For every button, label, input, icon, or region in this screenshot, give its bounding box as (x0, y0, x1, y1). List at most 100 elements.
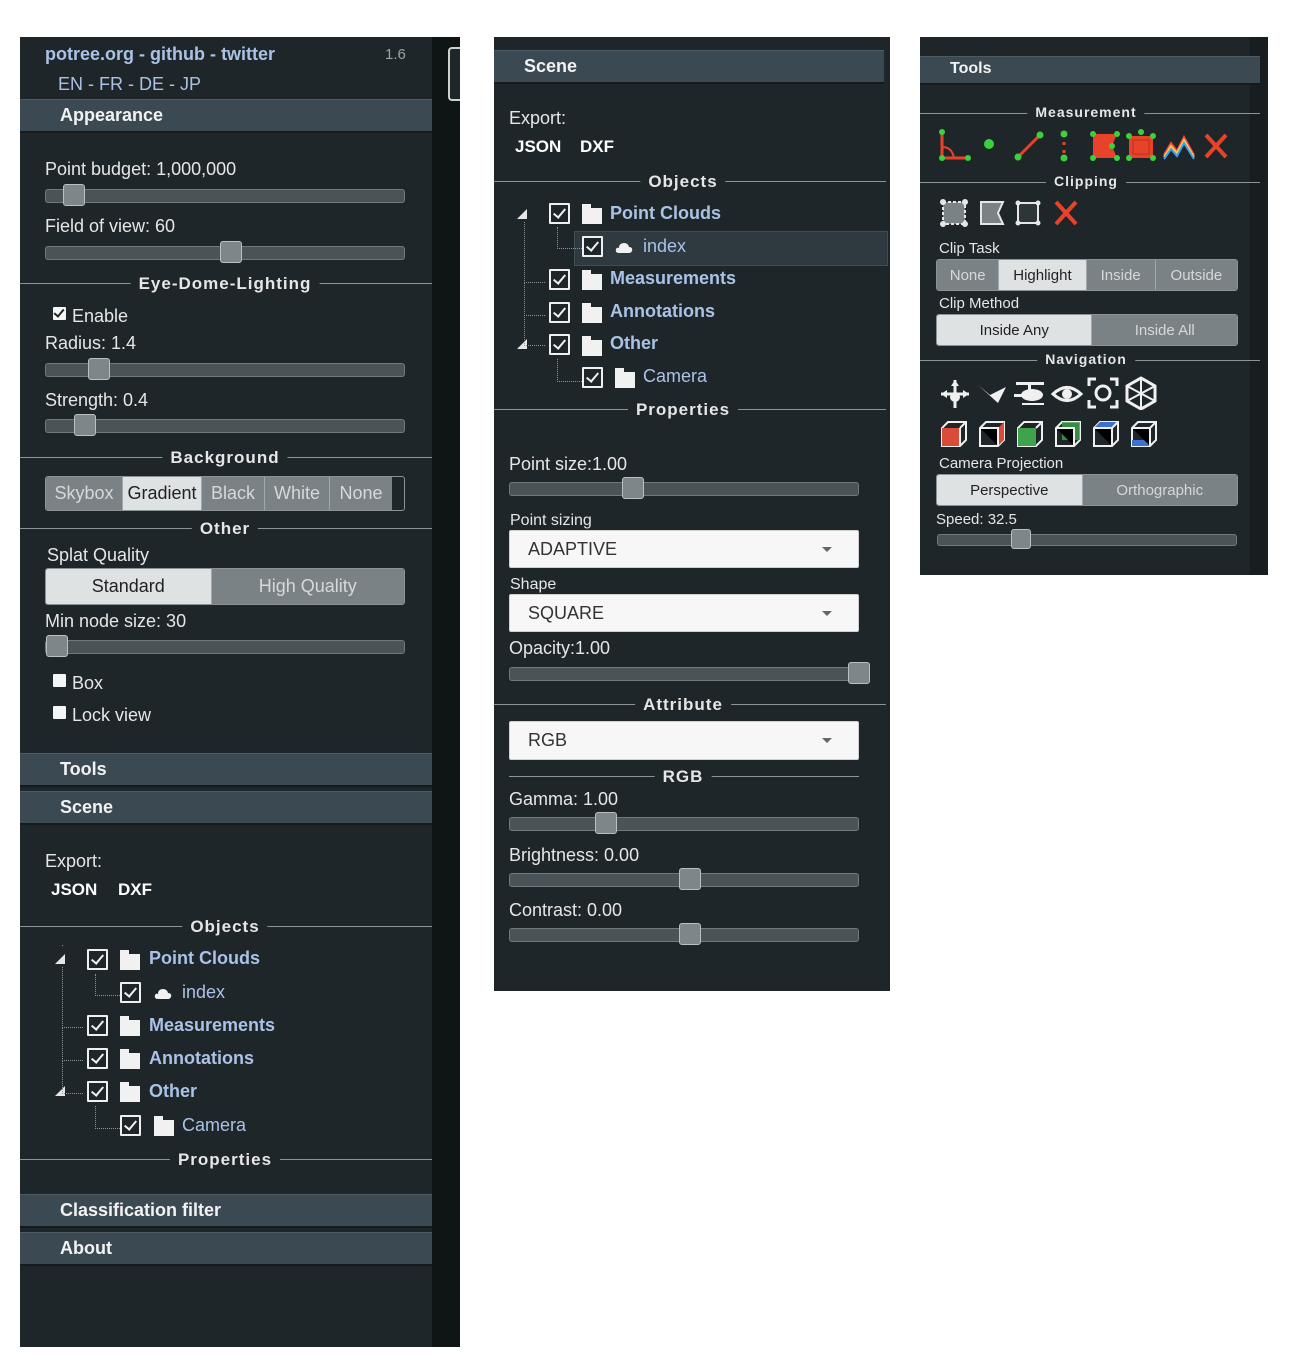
tree-checkbox-camera[interactable] (120, 1115, 141, 1136)
speed-slider[interactable] (937, 529, 1237, 549)
slider-knob[interactable] (848, 662, 870, 684)
tree-node-index[interactable]: index (182, 982, 225, 1003)
slider-knob[interactable] (74, 414, 96, 436)
remove-clipping-icon[interactable] (1052, 198, 1080, 233)
bg-gradient-button[interactable]: Gradient (123, 477, 202, 510)
tree-node-other[interactable]: Other (149, 1081, 197, 1102)
export-json-button[interactable]: JSON (51, 880, 97, 900)
menu-toggle-button[interactable] (448, 47, 460, 101)
shape-select[interactable]: SQUARE (509, 594, 859, 632)
front-view-icon[interactable] (1016, 420, 1044, 453)
tree-checkbox-point-clouds[interactable] (87, 949, 108, 970)
bg-skybox-button[interactable]: Skybox (46, 477, 123, 510)
clip-polygon-icon[interactable] (1012, 197, 1044, 234)
tree-node-annotations[interactable]: Annotations (149, 1048, 254, 1069)
perspective-cube-icon[interactable] (1124, 376, 1158, 415)
point-sizing-select[interactable]: ADAPTIVE (509, 530, 859, 568)
edl-enable-checkbox[interactable] (53, 307, 66, 320)
strength-slider[interactable] (45, 414, 405, 436)
point-size-slider[interactable] (509, 477, 859, 499)
point-icon[interactable] (982, 137, 996, 156)
radius-slider[interactable] (45, 358, 405, 380)
orthographic-button[interactable]: Orthographic (1082, 475, 1237, 505)
slider-knob[interactable] (679, 923, 701, 945)
tree-node-index[interactable]: index (643, 236, 686, 257)
back-view-icon[interactable] (1054, 420, 1082, 453)
link-github[interactable]: github (150, 44, 205, 64)
min-node-size-slider[interactable] (45, 635, 405, 657)
clip-task-none-button[interactable]: None (937, 260, 1000, 290)
top-view-icon[interactable] (1092, 420, 1120, 453)
fov-slider[interactable] (45, 241, 405, 263)
scrollbar-track[interactable] (432, 37, 460, 1347)
perspective-button[interactable]: Perspective (937, 475, 1083, 505)
attribute-select[interactable]: RGB (509, 721, 859, 760)
tree-checkbox-other[interactable] (549, 334, 570, 355)
classification-filter-header[interactable]: Classification filter (20, 1194, 432, 1228)
profile-icon[interactable] (1162, 131, 1196, 166)
remove-measurements-icon[interactable] (1202, 131, 1230, 166)
contrast-slider[interactable] (509, 923, 859, 945)
tree-node-other[interactable]: Other (610, 333, 658, 354)
bg-white-button[interactable]: White (265, 477, 330, 510)
clip-method-inside-any-button[interactable]: Inside Any (937, 315, 1093, 345)
clip-method-inside-all-button[interactable]: Inside All (1092, 315, 1237, 345)
slider-knob[interactable] (679, 868, 701, 890)
splat-standard-button[interactable]: Standard (46, 569, 212, 604)
tools-header[interactable]: Tools (920, 56, 1260, 85)
scene-header[interactable]: Scene (20, 791, 432, 825)
tree-expand-icon[interactable] (55, 954, 65, 964)
clip-volume-icon[interactable] (938, 197, 970, 234)
bottom-view-icon[interactable] (1130, 420, 1158, 453)
splat-high-quality-button[interactable]: High Quality (211, 569, 404, 604)
height-icon[interactable] (1054, 129, 1074, 168)
slider-knob[interactable] (622, 477, 644, 499)
right-view-icon[interactable] (978, 420, 1006, 453)
tree-checkbox-measurements[interactable] (87, 1015, 108, 1036)
clip-task-inside-button[interactable]: Inside (1086, 260, 1156, 290)
tree-checkbox-index[interactable] (120, 982, 141, 1003)
scene-header[interactable]: Scene (494, 50, 884, 84)
tree-checkbox-other[interactable] (87, 1081, 108, 1102)
slider-knob[interactable] (1011, 529, 1031, 549)
tree-checkbox-point-clouds[interactable] (549, 203, 570, 224)
tools-header[interactable]: Tools (20, 753, 432, 787)
export-json-button[interactable]: JSON (515, 137, 561, 157)
slider-knob[interactable] (220, 241, 242, 263)
language-links[interactable]: EN - FR - DE - JP (58, 74, 201, 95)
point-budget-slider[interactable] (45, 184, 405, 206)
bg-none-button[interactable]: None (330, 477, 392, 510)
clip-task-outside-button[interactable]: Outside (1155, 260, 1237, 290)
bg-black-button[interactable]: Black (202, 477, 265, 510)
export-dxf-button[interactable]: DXF (580, 137, 614, 157)
angle-icon[interactable] (938, 129, 972, 168)
earth-controls-icon[interactable] (938, 377, 972, 416)
export-dxf-button[interactable]: DXF (118, 880, 152, 900)
slider-knob[interactable] (88, 358, 110, 380)
appearance-header[interactable]: Appearance (20, 99, 432, 133)
clip-box-icon[interactable] (976, 197, 1008, 234)
tree-checkbox-annotations[interactable] (87, 1048, 108, 1069)
link-potree[interactable]: potree.org (45, 44, 134, 64)
area-icon[interactable] (1088, 129, 1122, 168)
link-twitter[interactable]: twitter (221, 44, 275, 64)
tree-node-point-clouds[interactable]: Point Clouds (149, 948, 260, 969)
tree-node-annotations[interactable]: Annotations (610, 301, 715, 322)
tree-checkbox-index[interactable] (582, 236, 603, 257)
gamma-slider[interactable] (509, 812, 859, 834)
orbit-controls-icon[interactable] (1050, 377, 1084, 416)
left-view-icon[interactable] (940, 420, 968, 453)
tree-checkbox-camera[interactable] (582, 367, 603, 388)
tree-node-camera[interactable]: Camera (182, 1115, 246, 1136)
tree-node-measurements[interactable]: Measurements (149, 1015, 275, 1036)
brightness-slider[interactable] (509, 868, 859, 890)
lock-view-checkbox[interactable] (53, 706, 66, 719)
fly-controls-icon[interactable] (976, 381, 1010, 412)
tree-checkbox-annotations[interactable] (549, 302, 570, 323)
about-header[interactable]: About (20, 1232, 432, 1266)
tree-node-measurements[interactable]: Measurements (610, 268, 736, 289)
distance-icon[interactable] (1012, 129, 1046, 168)
helicopter-controls-icon[interactable] (1012, 378, 1048, 415)
opacity-slider[interactable] (509, 662, 870, 684)
slider-knob[interactable] (63, 184, 85, 206)
